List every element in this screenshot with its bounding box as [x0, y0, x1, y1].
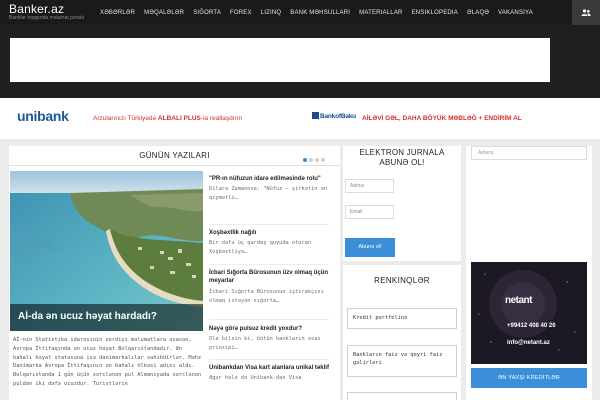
nav-item-elaqe[interactable]: ƏLAQƏ — [467, 10, 489, 16]
carousel-dot-4[interactable] — [321, 158, 325, 162]
unibank-promo-text[interactable]: Arzularınızı Türkiyədə ALBALI PLUS-la re… — [93, 115, 242, 122]
article-divider — [209, 224, 329, 225]
daily-articles-title: GÜNÜN YAZILARI — [139, 151, 210, 160]
article-divider — [209, 264, 329, 265]
netant-phone: +99412 408 40 26 — [507, 323, 556, 329]
article-item[interactable]: İcbari Sığorta Bürosunun üzv olmaq üçün … — [209, 269, 335, 306]
rankings-panel — [343, 265, 461, 400]
ranking-card[interactable]: Kredit portfelinə — [347, 308, 457, 329]
site-tagline: Banklar haqqında məlumat portalı — [9, 15, 85, 21]
hero-excerpt: Aİ-nin Statistika idarəsinin verdiyi məl… — [13, 337, 202, 387]
subscribe-title: ELEKTRON JURNALA ABUNƏ OL! — [343, 148, 461, 168]
article-title[interactable]: Unibankdan Visa kart alanlara unikal tək… — [209, 364, 335, 372]
article-snippet: Əgər hələ də Unibank-dan Visa — [209, 375, 302, 382]
bankofbaku-promo-text[interactable]: AİLƏVİ GƏL, DAHA BÖYÜK MƏBLƏĞ + ENDİRİM … — [362, 115, 522, 122]
best-credits-button[interactable]: ƏN YAXŞI KREDİTLƏR — [471, 368, 587, 388]
email-field[interactable]: Email — [345, 205, 394, 219]
ad-placeholder[interactable] — [10, 38, 550, 82]
nav-item-vakansiya[interactable]: VAKANSIYA — [498, 10, 533, 16]
article-snippet: Dilarə Zamanova: "Nüfuz – şirkətin ən qi… — [209, 186, 327, 202]
netant-ad[interactable] — [471, 262, 587, 364]
netant-brand: netant — [505, 295, 533, 306]
article-title[interactable]: İcbari Sığorta Bürosunun üzv olmaq üçün … — [209, 269, 335, 286]
users-icon — [581, 8, 591, 16]
carousel-dots — [303, 158, 327, 162]
article-item[interactable]: Nəyə görə pulsuz kredit yoxdur? Ola bils… — [209, 325, 335, 353]
netant-ad-art — [471, 262, 587, 364]
nav-item-bank-mehsullari[interactable]: BANK MƏHSULLARI — [290, 10, 350, 16]
carousel-dot-1[interactable] — [303, 158, 307, 162]
article-divider — [209, 359, 329, 360]
carousel-dot-2[interactable] — [309, 158, 313, 162]
ranking-card[interactable]: Bankların faiz və qeyri faiz gəlirləri — [347, 345, 457, 377]
bankofbaku-logo[interactable]: BankofBaku — [312, 112, 356, 120]
main-nav: XƏBƏRLƏR MƏQALƏLƏR SIĞORTA FOREX LIZINQ … — [100, 0, 542, 25]
article-item[interactable]: Unibankdan Visa kart alanlara unikal tək… — [209, 364, 335, 383]
article-snippet: Ola bilsin ki, bütün bankların əsas prin… — [209, 336, 321, 352]
nav-item-sigorta[interactable]: SIĞORTA — [193, 10, 221, 16]
unibank-promo-suffix: -la reallaşdırın — [200, 115, 243, 122]
carousel-dot-3[interactable] — [315, 158, 319, 162]
article-divider — [209, 319, 329, 320]
hero-caption[interactable]: Aİ-da ən ucuz həyat hardadı? — [18, 311, 157, 322]
subscribe-title-line1: ELEKTRON JURNALA — [359, 148, 445, 157]
subscribe-button[interactable]: Abunə ol! — [345, 238, 395, 257]
top-navigation-bar: Banker.az Banklar haqqında məlumat porta… — [0, 0, 600, 25]
article-snippet: Bir dəfə üç qardaş quyuda oturan Xoşbəxt… — [209, 240, 312, 256]
bankofbaku-mark-icon — [312, 112, 319, 119]
search-input[interactable]: Axtarış — [471, 146, 587, 160]
article-title[interactable]: Nəyə görə pulsuz kredit yoxdur? — [209, 325, 335, 333]
article-title[interactable]: Xoşbəxtlik nağılı — [209, 229, 335, 237]
article-item[interactable]: "PR-ın nüfuzun idarə edilməsində rolu" D… — [209, 175, 335, 203]
nav-item-forex[interactable]: FOREX — [230, 10, 252, 16]
subscribe-title-line2: ABUNƏ OL! — [379, 158, 425, 167]
article-title[interactable]: "PR-ın nüfuzun idarə edilməsində rolu" — [209, 175, 335, 183]
daily-articles-header: GÜNÜN YAZILARI — [9, 146, 340, 166]
unibank-promo-bold: ALBALI PLUS — [157, 115, 201, 122]
nav-item-meqaleler[interactable]: MƏQALƏLƏR — [144, 10, 184, 16]
site-logo-title[interactable]: Banker.az — [9, 2, 64, 16]
nav-item-xeberler[interactable]: XƏBƏRLƏR — [100, 10, 135, 16]
article-item[interactable]: Xoşbəxtlik nağılı Bir dəfə üç qardaş quy… — [209, 229, 335, 257]
nav-item-lizinq[interactable]: LIZINQ — [261, 10, 282, 16]
article-snippet: İcbari Sığorta Bürosunun iştirakçısı olm… — [209, 288, 324, 304]
ranking-card[interactable] — [347, 392, 457, 400]
user-login-button[interactable] — [572, 0, 600, 25]
nav-item-materiallar[interactable]: MATERIALLAR — [359, 10, 402, 16]
bankofbaku-logo-text: BankofBaku — [320, 113, 356, 120]
unibank-promo-prefix: Arzularınızı Türkiyədə — [93, 115, 157, 122]
netant-email: info@netant.az — [507, 340, 550, 346]
nav-item-ensiklopedia[interactable]: ENSIKLOPEDIA — [412, 10, 458, 16]
name-field[interactable]: Adınız — [345, 179, 394, 193]
rankings-title: RENKINQLƏR — [374, 276, 430, 285]
unibank-logo[interactable]: unibank — [17, 108, 69, 124]
